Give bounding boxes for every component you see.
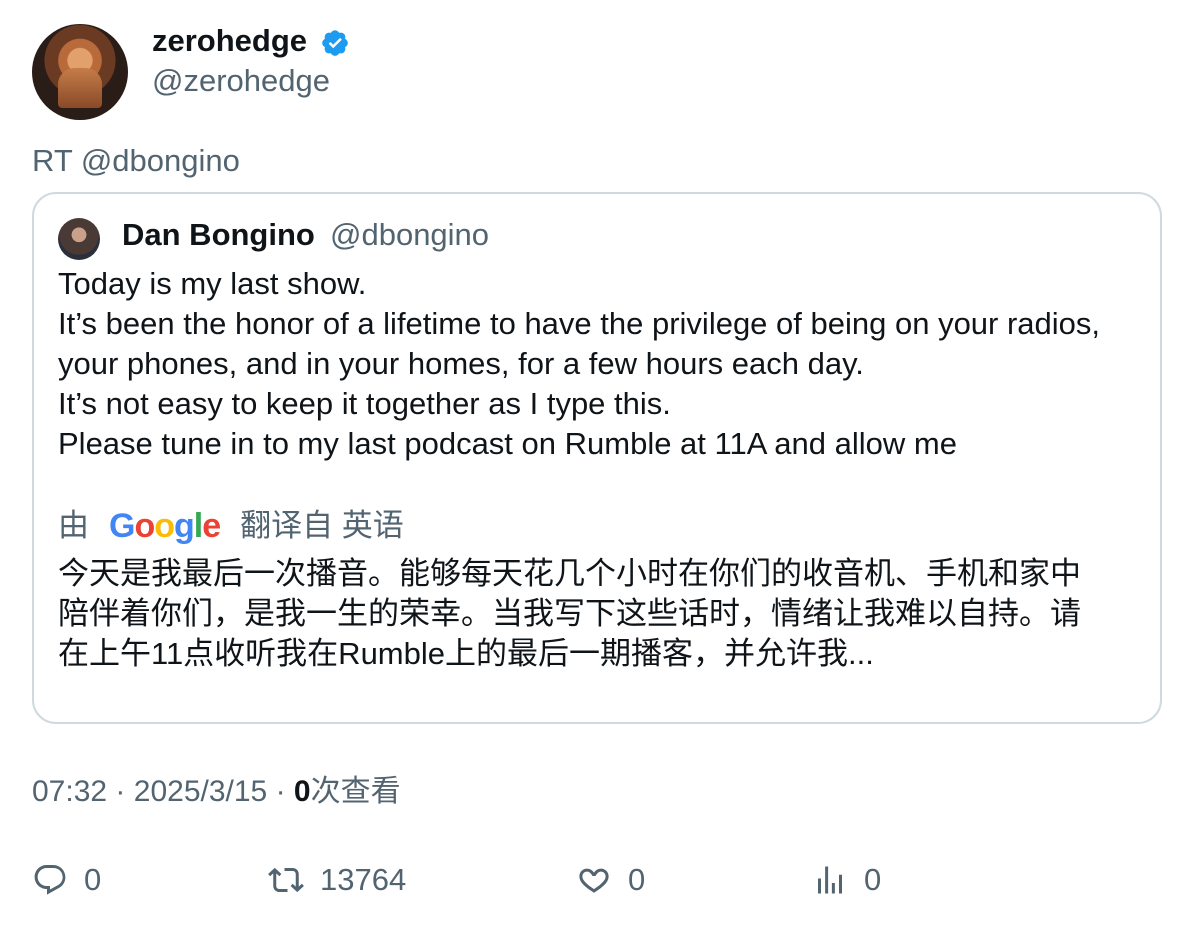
translated-line: 今天是我最后一次播音。能够每天花几个小时在你们的收音机、手机和家中 — [58, 556, 1081, 591]
quoted-author-name[interactable]: Dan Bongino — [122, 216, 315, 254]
heart-icon — [579, 868, 609, 893]
meta-separator: · — [115, 775, 126, 808]
tweet-text-line: your phones, and in your homes, for a fe… — [58, 346, 864, 381]
reply-button[interactable]: 0 — [32, 858, 101, 902]
retweet-count: 13764 — [320, 862, 407, 897]
views-action-count: 0 — [864, 862, 882, 897]
quoted-tweet-text: Today is my last show. It’s been the hon… — [58, 264, 1148, 464]
author-avatar[interactable] — [32, 24, 128, 120]
retweet-icon — [268, 867, 304, 893]
reply-count: 0 — [84, 862, 102, 897]
translation-prefix: 由 — [58, 508, 89, 543]
views-button[interactable]: 0 — [812, 858, 881, 902]
tweet-text-line: It’s not easy to keep it together as I t… — [58, 386, 671, 421]
tweet-text-line: Today is my last show. — [58, 266, 367, 301]
tweet-date[interactable]: 2025/3/15 — [134, 775, 267, 808]
views-label: 次查看 — [310, 775, 401, 808]
translated-line: 在上午11点收听我在Rumble上的最后一期播客，并允许我... — [58, 636, 874, 671]
tweet-text-line: It’s been the honor of a lifetime to hav… — [58, 306, 1101, 341]
translated-text: 今天是我最后一次播音。能够每天花几个小时在你们的收音机、手机和家中 陪伴着你们，… — [58, 554, 1148, 674]
views-count: 0 — [293, 775, 311, 808]
reply-icon — [34, 865, 66, 895]
retweet-label: RT @dbongino — [32, 143, 240, 178]
author-handle[interactable]: @zerohedge — [152, 62, 330, 100]
tweet-time[interactable]: 07:32 — [32, 775, 107, 808]
quoted-author-handle[interactable]: @dbongino — [330, 216, 489, 254]
retweet-button[interactable]: 13764 — [268, 858, 406, 902]
translation-suffix: 翻译自 英语 — [240, 508, 404, 543]
verified-badge-icon — [322, 30, 348, 56]
translated-line: 陪伴着你们，是我一生的荣幸。当我写下这些话时，情绪让我难以自持。请 — [58, 596, 1081, 631]
analytics-icon — [818, 866, 842, 894]
quoted-author-avatar[interactable] — [58, 218, 100, 260]
google-logo: Google — [109, 507, 221, 545]
tweet-text-line: Please tune in to my last podcast on Rum… — [58, 426, 957, 461]
meta-separator: · — [275, 775, 286, 808]
like-button[interactable]: 0 — [576, 858, 645, 902]
translation-attribution[interactable]: 由 Google 翻译自 英语 — [58, 506, 404, 546]
tweet-meta: 07:32 · 2025/3/15 · 0次查看 — [32, 772, 401, 812]
author-name[interactable]: zerohedge — [152, 22, 307, 60]
like-count: 0 — [628, 862, 646, 897]
quoted-tweet-card[interactable]: Dan Bongino @dbongino Today is my last s… — [32, 192, 1162, 724]
